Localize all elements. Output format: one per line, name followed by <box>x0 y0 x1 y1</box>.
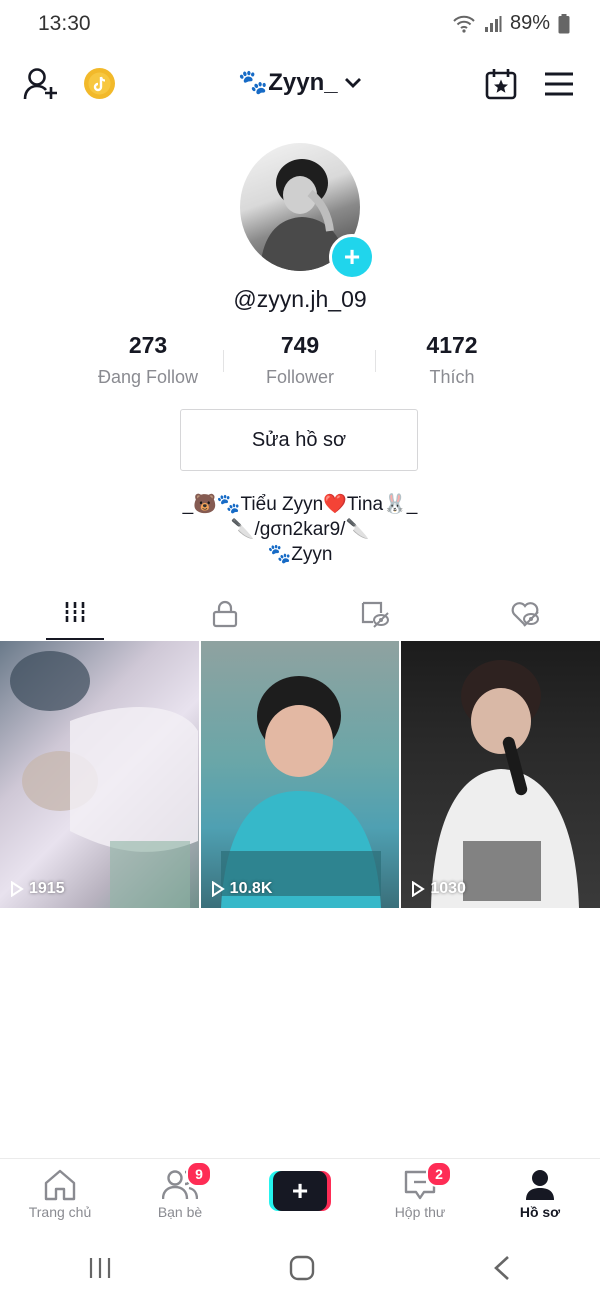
home-icon <box>44 1169 76 1201</box>
active-tab-indicator <box>46 638 104 640</box>
edit-profile-button[interactable]: Sửa hồ sơ <box>180 409 418 471</box>
signal-icon <box>484 15 502 32</box>
play-icon <box>412 881 426 897</box>
view-count-value: 10.8K <box>229 880 273 897</box>
notification-badge: 2 <box>426 1161 452 1187</box>
video-thumbnail[interactable]: 1915 <box>0 641 199 908</box>
profile-handle: @zyyn.jh_09 <box>233 286 367 312</box>
nav-label: Bạn bè <box>157 1204 203 1220</box>
profile-stats: 273 Đang Follow 749 Follower 4172 Thích <box>72 332 528 388</box>
nav-label: Hồ sơ <box>519 1204 561 1220</box>
view-count: 1915 <box>10 880 65 898</box>
video-grid: 1915 10.8K 1030 <box>0 641 600 908</box>
recent-apps-icon[interactable] <box>88 1256 112 1280</box>
battery-icon <box>558 13 570 33</box>
view-count-value: 1030 <box>430 880 466 897</box>
hidden-heart-icon <box>511 602 539 627</box>
stat-label: Thích <box>429 367 475 387</box>
chevron-down-icon <box>344 77 361 88</box>
nav-friends[interactable]: Bạn bè 9 <box>120 1159 240 1229</box>
tab-reposts[interactable] <box>300 590 450 640</box>
battery-percent: 89% <box>509 12 550 34</box>
notification-badge: 9 <box>186 1161 212 1187</box>
wifi-icon <box>453 15 475 33</box>
grid-icon <box>64 602 86 622</box>
bottom-nav: Trang chủ Bạn bè 9 + Hộp thư 2 Hồ sơ <box>0 1158 600 1229</box>
stat-value: 273 <box>128 332 168 358</box>
profile-tabs <box>0 590 600 640</box>
calendar-star-icon[interactable] <box>484 67 518 101</box>
menu-icon[interactable] <box>543 70 575 98</box>
add-avatar-button[interactable]: + <box>329 234 375 280</box>
view-count-value: 1915 <box>29 880 65 897</box>
tab-liked[interactable] <box>450 590 600 640</box>
username-label: 🐾Zyyn_ <box>238 69 338 96</box>
video-thumbnail[interactable]: 1030 <box>401 641 600 908</box>
stat-following[interactable]: 273 Đang Follow <box>72 332 224 388</box>
play-icon <box>11 881 24 897</box>
status-time: 13:30 <box>38 12 91 35</box>
stat-label: Đang Follow <box>97 367 199 387</box>
view-count: 10.8K <box>211 880 273 898</box>
view-count: 1030 <box>411 880 466 898</box>
video-thumbnail[interactable]: 10.8K <box>200 641 400 908</box>
tab-videos[interactable] <box>0 590 150 640</box>
stat-followers[interactable]: 749 Follower <box>224 332 376 388</box>
stat-value: 749 <box>280 332 320 358</box>
tab-private[interactable] <box>150 590 300 640</box>
nav-label: Trang chủ <box>28 1204 92 1220</box>
bio-line: 🔪/gσn2kar9/🔪 <box>230 519 370 540</box>
video-image <box>10 651 198 908</box>
play-icon <box>211 881 225 897</box>
video-image <box>220 676 381 908</box>
lock-icon <box>212 600 238 628</box>
stat-value: 4172 <box>426 332 478 358</box>
create-button[interactable]: + <box>269 1171 331 1211</box>
nav-profile[interactable]: Hồ sơ <box>480 1159 600 1229</box>
system-nav <box>0 1235 600 1300</box>
bio-line: 🐾Zyyn <box>267 544 333 565</box>
bio-line: _🐻🐾Tiểu Zyyn❤️Tina🐰_ <box>182 494 418 515</box>
nav-label: Hộp thư <box>394 1204 446 1220</box>
stat-label: Follower <box>265 367 335 387</box>
back-icon[interactable] <box>492 1255 512 1281</box>
stat-likes[interactable]: 4172 Thích <box>376 332 528 388</box>
profile-bio: _🐻🐾Tiểu Zyyn❤️Tina🐰_ 🔪/gσn2kar9/🔪 🐾Zyyn <box>0 492 600 567</box>
profile-icon <box>526 1170 554 1200</box>
home-button-icon[interactable] <box>289 1255 315 1281</box>
nav-inbox[interactable]: Hộp thư 2 <box>360 1159 480 1229</box>
status-icons: 89% <box>452 12 570 35</box>
video-image <box>431 660 580 908</box>
hidden-repost-icon <box>361 601 389 628</box>
plus-icon: + <box>273 1171 327 1211</box>
nav-create[interactable]: + <box>240 1159 360 1229</box>
nav-home[interactable]: Trang chủ <box>0 1159 120 1229</box>
